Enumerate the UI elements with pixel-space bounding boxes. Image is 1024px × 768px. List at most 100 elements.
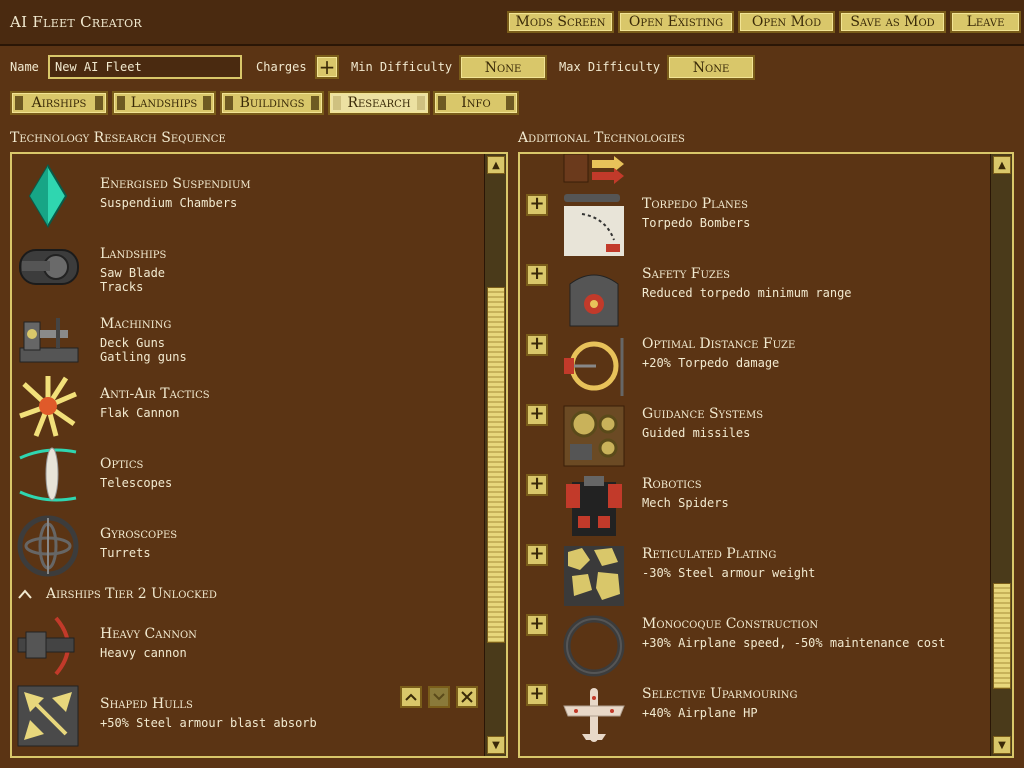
list-item[interactable]: + Reticulated Plating -30% Steel armour … [524, 544, 984, 610]
item-line: +20% Torpedo damage [642, 356, 780, 370]
fuselage-ring-icon [563, 615, 625, 677]
tab-left-nub [15, 96, 23, 110]
item-title: Energised Suspendium [100, 176, 251, 192]
add-tech-button[interactable]: + [526, 334, 548, 356]
list-item[interactable]: + Guidance Systems Guided missiles [524, 404, 984, 470]
partial-tech-icon [563, 154, 624, 184]
item-title: Selective Uparmouring [642, 686, 798, 702]
item-title: Optimal Distance Fuze [642, 336, 796, 352]
item-line: Guided missiles [642, 426, 751, 440]
mods-screen-button[interactable]: Mods Screen [507, 11, 614, 33]
add-tech-button[interactable]: + [526, 614, 548, 636]
tab-buildings[interactable]: Buildings [220, 91, 324, 115]
name-input[interactable]: New AI Fleet [48, 55, 242, 79]
add-tech-button[interactable]: + [526, 404, 548, 426]
lens-icon [19, 447, 77, 502]
list-item[interactable]: Optics Telescopes [16, 444, 476, 510]
remove-button[interactable] [456, 686, 478, 708]
chevron-up-icon [405, 693, 417, 701]
gears-icon [563, 405, 625, 467]
list-item[interactable]: Gyroscopes Turrets [16, 514, 476, 580]
tab-label: Airships [31, 95, 87, 111]
add-tech-button[interactable]: + [526, 264, 548, 286]
max-difficulty-select[interactable]: None [667, 55, 755, 80]
item-title: Guidance Systems [642, 406, 764, 422]
tab-airships[interactable]: Airships [10, 91, 108, 115]
list-item[interactable]: + Selective Uparmouring +40% Airplane HP [524, 684, 984, 750]
tab-landships[interactable]: Landships [112, 91, 216, 115]
chevron-up-icon [18, 589, 32, 599]
item-title: Torpedo Planes [642, 196, 748, 212]
scroll-thumb[interactable] [993, 583, 1011, 689]
list-item[interactable]: + Safety Fuzes Reduced torpedo minimum r… [524, 264, 984, 330]
add-tech-button[interactable]: + [526, 474, 548, 496]
additional-technologies-panel: + Torpedo Planes Torpedo Bombers + Safet… [518, 152, 1014, 758]
item-line: Heavy cannon [100, 646, 187, 660]
move-up-button[interactable] [400, 686, 422, 708]
min-difficulty-select[interactable]: None [459, 55, 547, 80]
list-item[interactable]: + Optimal Distance Fuze +20% Torpedo dam… [524, 334, 984, 400]
max-difficulty-label: Max Difficulty [559, 60, 661, 74]
scroll-up-arrow[interactable]: ▲ [993, 156, 1011, 174]
item-title: Shaped Hulls [100, 696, 193, 712]
move-down-button[interactable] [428, 686, 450, 708]
leave-button[interactable]: Leave [950, 11, 1021, 33]
crystal-icon [28, 164, 68, 228]
tab-research[interactable]: Research [328, 91, 430, 115]
list-item[interactable]: + Monocoque Construction +30% Airplane s… [524, 614, 984, 680]
item-title: Robotics [642, 476, 702, 492]
list-item[interactable]: Landships Saw Blade Tracks [16, 234, 476, 300]
scroll-up-arrow[interactable]: ▲ [487, 156, 505, 174]
hull-arrows-icon [17, 685, 79, 747]
tier-unlock-header[interactable]: Airships Tier 2 Unlocked [16, 584, 476, 606]
scroll-down-arrow[interactable]: ▼ [993, 736, 1011, 754]
robot-icon [566, 476, 622, 536]
close-icon [461, 691, 473, 703]
tab-label: Landships [130, 95, 198, 111]
tank-tread-icon [19, 249, 79, 285]
list-item[interactable]: + Torpedo Planes Torpedo Bombers [524, 194, 984, 260]
title-bar: AI Fleet Creator Mods Screen Open Existi… [0, 0, 1024, 46]
add-tech-button[interactable]: + [526, 544, 548, 566]
add-tech-button[interactable]: + [526, 194, 548, 216]
open-mod-button[interactable]: Open Mod [738, 11, 835, 33]
tab-right-nub [417, 96, 425, 110]
charges-label: Charges [256, 60, 307, 74]
list-item[interactable]: + Robotics Mech Spiders [524, 474, 984, 540]
item-line: +50% Steel armour blast absorb [100, 716, 317, 730]
item-title: Machining [100, 316, 172, 332]
list-item[interactable]: Heavy Cannon Heavy cannon [16, 614, 476, 680]
name-label: Name [10, 60, 39, 74]
tab-left-nub [225, 96, 233, 110]
right-scrollbar[interactable]: ▲ ▼ [990, 154, 1012, 756]
list-item[interactable]: Machining Deck Guns Gatling guns [16, 304, 476, 370]
scroll-thumb[interactable] [487, 287, 505, 643]
list-item[interactable]: Energised Suspendium Suspendium Chambers [16, 164, 476, 230]
add-charge-button[interactable]: + [315, 55, 339, 79]
open-existing-button[interactable]: Open Existing [618, 11, 734, 33]
left-scrollbar[interactable]: ▲ ▼ [484, 154, 506, 756]
list-item[interactable]: Shaped Hulls +50% Steel armour blast abs… [16, 684, 478, 750]
scroll-down-arrow[interactable]: ▼ [487, 736, 505, 754]
save-as-mod-button[interactable]: Save as Mod [839, 11, 946, 33]
list-item[interactable]: Anti-Air Tactics Flak Cannon [16, 374, 476, 440]
left-panel-title: Technology Research Sequence [10, 130, 226, 146]
app-title: AI Fleet Creator [10, 13, 142, 31]
fuze-ring-icon [564, 338, 624, 396]
item-title: Heavy Cannon [100, 626, 197, 642]
item-title: Anti-Air Tactics [100, 386, 210, 402]
add-tech-button[interactable]: + [526, 684, 548, 706]
item-line: Suspendium Chambers [100, 196, 238, 210]
tab-label: Research [347, 95, 411, 111]
tab-info[interactable]: Info [433, 91, 519, 115]
item-line: Turrets [100, 546, 151, 560]
item-line: +40% Airplane HP [642, 706, 758, 720]
item-line: Flak Cannon [100, 406, 180, 420]
min-difficulty-label: Min Difficulty [351, 60, 453, 74]
torpedo-chart-icon [564, 194, 624, 256]
item-line: +30% Airplane speed, -50% maintenance co… [642, 636, 946, 650]
tier-unlock-label: Airships Tier 2 Unlocked [46, 586, 217, 602]
item-line: Reduced torpedo minimum range [642, 286, 852, 300]
item-line: Gatling guns [100, 350, 187, 364]
item-title: Landships [100, 246, 167, 262]
